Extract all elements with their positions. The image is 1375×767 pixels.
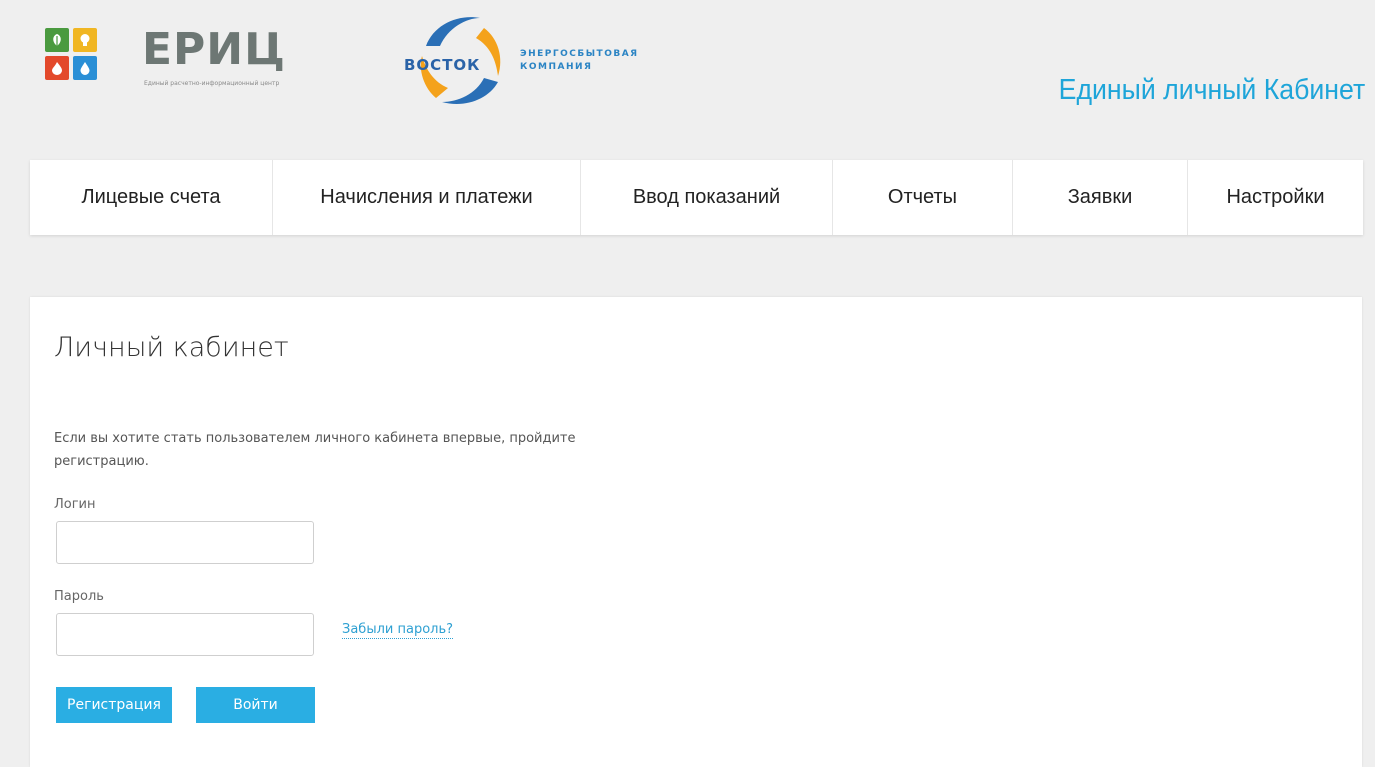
login-button[interactable]: Войти (196, 687, 315, 723)
site-title: Единый личный Кабинет (1058, 74, 1365, 106)
vostok-logo[interactable]: ВОСТОК ЭНЕРГОСБЫТОВАЯ КОМПАНИЯ (400, 12, 700, 112)
password-input[interactable] (56, 613, 314, 656)
bulb-icon (73, 28, 97, 52)
vostok-logo-text: ВОСТОК (404, 56, 481, 74)
leaf-icon (45, 28, 69, 52)
nav-item-accounts[interactable]: Лицевые счета (30, 160, 273, 235)
forgot-password-link[interactable]: Забыли пароль? (342, 622, 454, 639)
site-header: ЕРИЦ Единый расчетно-информационный цент… (0, 0, 1375, 160)
main-nav: Лицевые счета Начисления и платежи Ввод … (30, 160, 1363, 235)
nav-item-reports[interactable]: Отчеты (833, 160, 1013, 235)
registration-intro: Если вы хотите стать пользователем лично… (54, 431, 576, 469)
water-drop-icon (73, 56, 97, 80)
nav-item-settings[interactable]: Настройки (1188, 160, 1363, 235)
eric-logo[interactable]: ЕРИЦ Единый расчетно-информационный цент… (45, 24, 325, 113)
login-label: Логин (54, 497, 96, 512)
register-button[interactable]: Регистрация (56, 687, 172, 723)
vostok-subtitle-line2: КОМПАНИЯ (520, 62, 593, 72)
eric-logo-tiles (45, 28, 125, 108)
vostok-subtitle-line1: ЭНЕРГОСБЫТОВАЯ (520, 49, 639, 59)
vostok-logo-subtitle: ЭНЕРГОСБЫТОВАЯ КОМПАНИЯ (520, 48, 639, 74)
nav-item-meter-readings[interactable]: Ввод показаний (581, 160, 833, 235)
login-input[interactable] (56, 521, 314, 564)
flame-icon (45, 56, 69, 80)
password-label: Пароль (54, 589, 104, 604)
eric-logo-subtitle: Единый расчетно-информационный центр (144, 80, 280, 87)
page-title: Личный кабинет (54, 332, 289, 363)
nav-item-requests[interactable]: Заявки (1013, 160, 1188, 235)
nav-item-charges-payments[interactable]: Начисления и платежи (273, 160, 581, 235)
eric-logo-text: ЕРИЦ (142, 24, 286, 75)
login-panel: Личный кабинет Если вы хотите стать поль… (30, 297, 1362, 767)
